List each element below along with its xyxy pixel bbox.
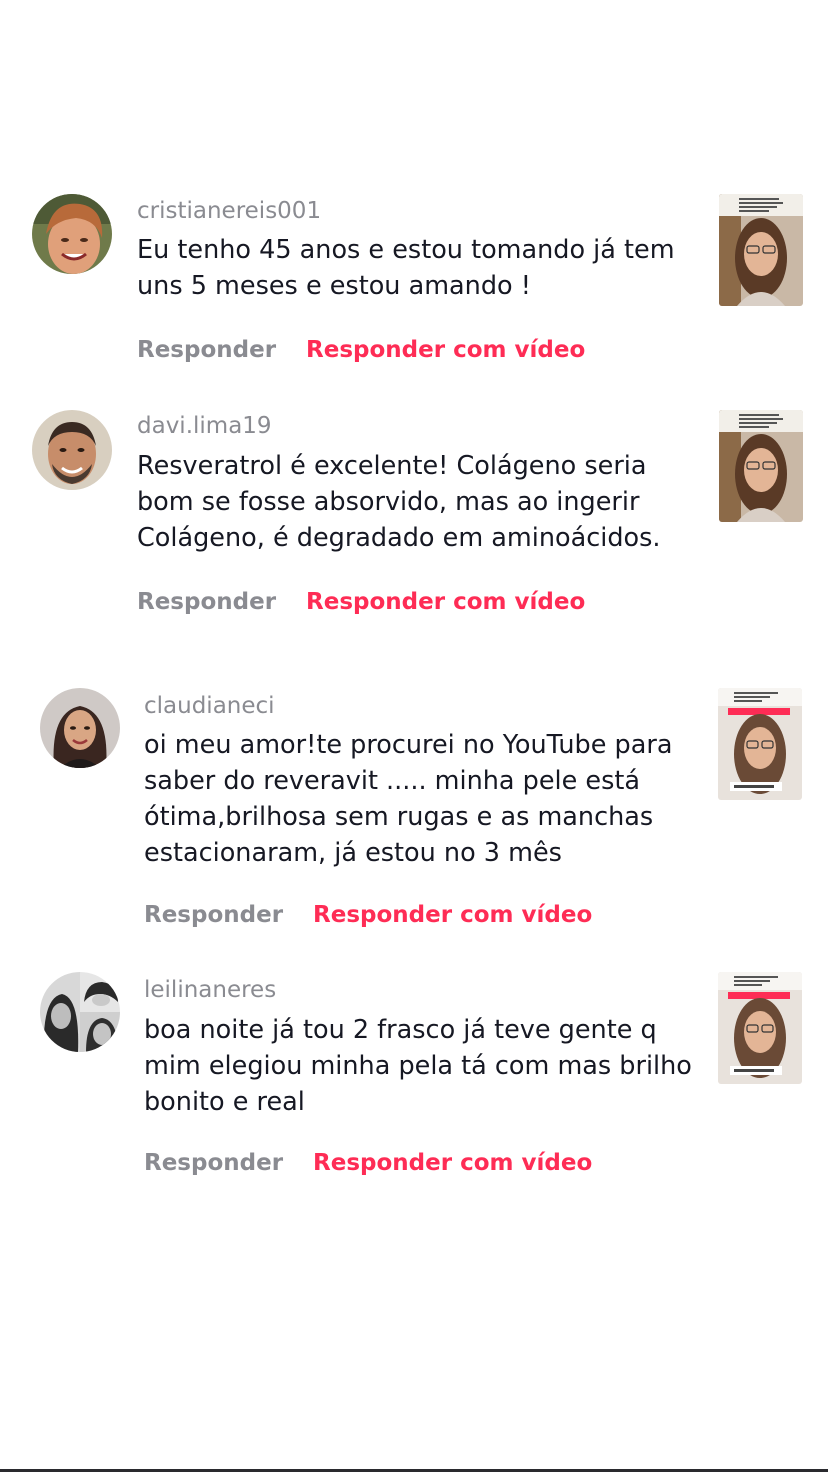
comment-actions: Responder Responder com vídeo: [137, 337, 585, 363]
comment-username[interactable]: cristianereis001: [137, 198, 321, 224]
comment-text-line: mim elegiou minha pela tá com mas brilho: [144, 1051, 692, 1081]
reply-with-video-button[interactable]: Responder com vídeo: [306, 337, 585, 363]
avatar[interactable]: [40, 688, 120, 768]
comment-text-line: saber do reveravit ..... minha pele está: [144, 766, 641, 796]
comment-actions: Responder Responder com vídeo: [137, 589, 585, 615]
comment-text-line: Eu tenho 45 anos e estou tomando já tem: [137, 235, 675, 265]
avatar[interactable]: [32, 410, 112, 490]
comment-text-line: ótima,brilhosa sem rugas e as manchas: [144, 802, 654, 832]
avatar[interactable]: [32, 194, 112, 274]
reply-with-video-button[interactable]: Responder com vídeo: [313, 1150, 592, 1176]
comment-text-line: estacionaram, já estou no 3 mês: [144, 838, 562, 868]
comment-actions: Responder Responder com vídeo: [144, 902, 592, 928]
comment-text: boa noite já tou 2 frasco já teve gente …: [144, 1012, 692, 1120]
reply-button[interactable]: Responder: [144, 1150, 283, 1176]
comment-username[interactable]: davi.lima19: [137, 413, 272, 439]
comment-text-line: Resveratrol é excelente! Colágeno seria: [137, 451, 647, 481]
video-thumbnail[interactable]: [718, 972, 802, 1084]
comment-actions: Responder Responder com vídeo: [144, 1150, 592, 1176]
reply-with-video-button[interactable]: Responder com vídeo: [306, 589, 585, 615]
reply-button[interactable]: Responder: [137, 337, 276, 363]
avatar[interactable]: [40, 972, 120, 1052]
comment-username[interactable]: leilinaneres: [144, 977, 276, 1003]
comment-text-line: oi meu amor!te procurei no YouTube para: [144, 730, 673, 760]
comment-username[interactable]: claudianeci: [144, 693, 275, 719]
comment-text: oi meu amor!te procurei no YouTube para …: [144, 727, 672, 871]
reply-with-video-button[interactable]: Responder com vídeo: [313, 902, 592, 928]
comment-text: Resveratrol é excelente! Colágeno seria …: [137, 448, 661, 556]
reply-button[interactable]: Responder: [137, 589, 276, 615]
comment-text-line: uns 5 meses e estou amando !: [137, 271, 531, 301]
video-thumbnail[interactable]: [719, 194, 803, 306]
reply-button[interactable]: Responder: [144, 902, 283, 928]
comment-text-line: bom se fosse absorvido, mas ao ingerir: [137, 487, 640, 517]
comment-text-line: boa noite já tou 2 frasco já teve gente …: [144, 1015, 657, 1045]
video-thumbnail[interactable]: [718, 688, 802, 800]
video-thumbnail[interactable]: [719, 410, 803, 522]
comment-text-line: Colágeno, é degradado em aminoácidos.: [137, 523, 661, 553]
comment-text: Eu tenho 45 anos e estou tomando já tem …: [137, 232, 675, 304]
comment-text-line: bonito e real: [144, 1087, 305, 1117]
